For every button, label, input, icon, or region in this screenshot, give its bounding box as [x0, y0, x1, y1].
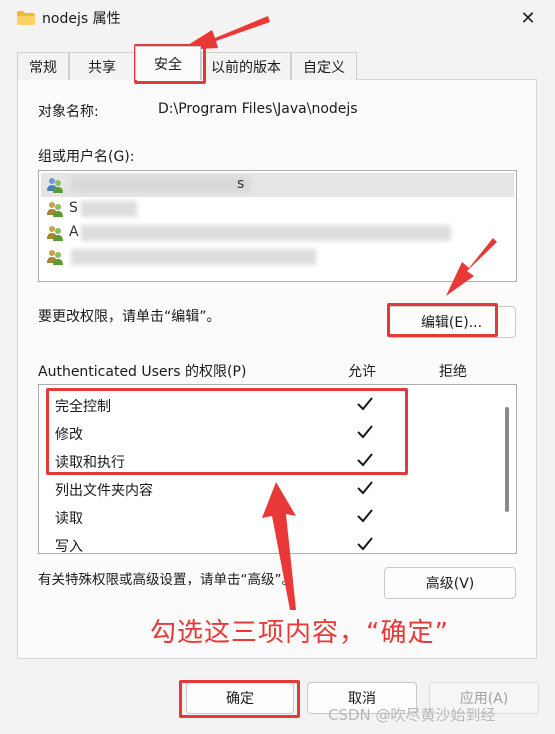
change-hint: 要更改权限，请单击“编辑”。	[38, 309, 221, 325]
user-name: A	[69, 224, 79, 240]
check-icon	[357, 509, 373, 523]
annotation-text: 勾选这三项内容，“确定”	[150, 618, 449, 648]
users-icon	[47, 250, 63, 265]
groups-label: 组或用户名(G):	[38, 149, 135, 165]
list-item[interactable]: S	[41, 197, 514, 221]
redacted-name	[81, 201, 137, 217]
allow-header: 允许	[348, 364, 376, 380]
tab-customize[interactable]: 自定义	[291, 52, 357, 80]
close-icon: ✕	[520, 7, 536, 29]
check-icon	[357, 537, 373, 551]
table-row: 列出文件夹内容	[39, 475, 499, 503]
table-row: 读取	[39, 503, 499, 531]
permission-name: 列出文件夹内容	[55, 483, 153, 499]
redacted-name	[81, 225, 451, 241]
tab-sharing[interactable]: 共享	[69, 52, 135, 80]
users-icon	[47, 226, 63, 241]
watermark: CSDN @吹尽黄沙始到经	[328, 706, 496, 724]
permissions-label: Authenticated Users 的权限(P)	[38, 364, 247, 380]
advanced-button[interactable]: 高级(V)	[384, 567, 516, 599]
highlight-ok-button	[179, 680, 300, 718]
users-icon	[47, 202, 63, 217]
tab-previous-versions[interactable]: 以前的版本	[201, 52, 291, 80]
permission-name: 写入	[55, 539, 83, 554]
redacted-name	[71, 177, 251, 193]
list-item[interactable]: A	[41, 221, 514, 245]
properties-dialog: nodejs 属性 ✕ 常规 共享 安全 以前的版本 自定义 对象名称: D:\…	[0, 0, 555, 734]
user-name: S	[69, 200, 78, 216]
table-row: 写入	[39, 531, 499, 554]
window-title: nodejs 属性	[42, 11, 121, 27]
highlight-permissions	[46, 388, 408, 475]
tab-security[interactable]: 安全	[135, 46, 201, 80]
users-listbox[interactable]: s S A	[38, 170, 517, 282]
advanced-hint: 有关特殊权限或高级设置，请单击“高级”。	[38, 572, 295, 588]
deny-header: 拒绝	[439, 364, 467, 380]
user-name: s	[237, 176, 245, 192]
scrollbar-thumb[interactable]	[505, 407, 509, 512]
tab-general[interactable]: 常规	[17, 52, 69, 80]
list-item[interactable]: s	[41, 173, 514, 197]
highlight-edit-button	[387, 303, 498, 337]
list-item[interactable]	[41, 245, 514, 269]
users-icon	[47, 178, 63, 193]
check-icon	[357, 481, 373, 495]
folder-icon	[17, 11, 35, 25]
object-name-label: 对象名称:	[38, 104, 99, 120]
permission-name: 读取	[55, 511, 83, 527]
object-name-value: D:\Program Files\Java\nodejs	[158, 101, 358, 117]
title-bar: nodejs 属性 ✕	[0, 0, 555, 36]
redacted-name	[71, 249, 316, 265]
close-button[interactable]: ✕	[508, 0, 548, 36]
